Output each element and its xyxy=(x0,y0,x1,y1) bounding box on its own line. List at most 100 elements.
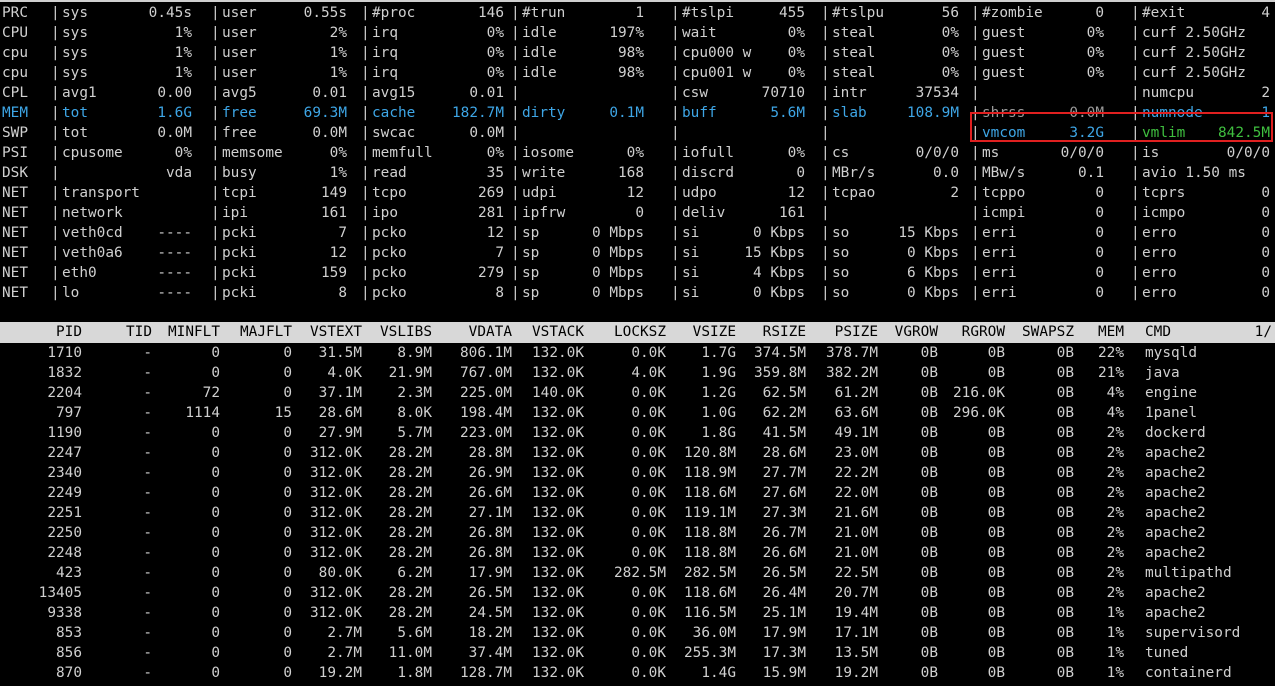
column-separator xyxy=(511,143,520,163)
stat-key: pcko xyxy=(372,245,407,261)
process-cell: 132.0K xyxy=(532,405,584,421)
process-row[interactable]: 423 - 0 0 80.0K 6.2M 17.9M 132.0K 282.5M 282.5M 26… xyxy=(0,563,1275,583)
stat-cell: tcpao 2 xyxy=(832,183,959,203)
stat-cell: iosome 0% xyxy=(522,143,644,163)
process-row[interactable]: 13405 - 0 0 312.0K 28.2M 26.5M 132.0K 0.0K 118.6M… xyxy=(0,583,1275,603)
column-separator xyxy=(971,243,980,263)
process-cell: 28.6M xyxy=(318,405,362,421)
stat-row: CPL avg1 0.00 avg5 0.01 avg15 0.01 csw 70710 intr… xyxy=(0,83,1275,103)
stat-cell: so 15 Kbps xyxy=(832,223,959,243)
stat-cell: free 0.0M xyxy=(222,123,347,143)
process-row[interactable]: 2340 - 0 0 312.0K 28.2M 26.9M 132.0K 0.0K 118.9M 2… xyxy=(0,463,1275,483)
process-cell: 28.2M xyxy=(388,445,432,461)
stat-row-label: NET xyxy=(2,225,28,241)
process-cell: 378.7M xyxy=(826,345,878,361)
stat-cell: si 15 Kbps xyxy=(682,243,805,263)
stat-cell: erri 0 xyxy=(982,283,1104,303)
stat-cell: memfull 0% xyxy=(372,143,504,163)
process-row[interactable]: 2204 - 72 0 37.1M 2.3M 225.0M 140.0K 0.0K 1.2G 62.… xyxy=(0,383,1275,403)
stat-value: 0 Kbps xyxy=(753,285,805,301)
process-cell: 37.4M xyxy=(468,645,512,661)
stat-key: guest xyxy=(982,45,1026,61)
stat-value: 6 Kbps xyxy=(907,265,959,281)
process-row[interactable]: 853 - 0 0 2.7M 5.6M 18.2M 132.0K 0.0K 36.0M 17.9M 1… xyxy=(0,623,1275,643)
stat-cell: ipfrw 0 xyxy=(522,203,644,223)
column-separator xyxy=(971,23,980,43)
process-row[interactable]: 2248 - 0 0 312.0K 28.2M 26.8M 132.0K 0.0K 118.8M 2… xyxy=(0,543,1275,563)
stat-value: 56 xyxy=(941,5,959,21)
process-cell: 37.1M xyxy=(318,385,362,401)
process-cell: 27.3M xyxy=(762,505,806,521)
stat-row-label: MEM xyxy=(2,105,28,121)
process-cell: 0.0K xyxy=(631,465,666,481)
stat-value: 0 xyxy=(1261,245,1270,261)
column-separator xyxy=(211,123,220,143)
process-command: dockerd xyxy=(1145,425,1206,441)
stat-cell: so 6 Kbps xyxy=(832,263,959,283)
column-separator xyxy=(971,203,980,223)
process-cell: 1.2G xyxy=(701,385,736,401)
stat-key: deliv xyxy=(682,205,726,221)
column-separator xyxy=(671,103,680,123)
process-cell: 23.0M xyxy=(834,445,878,461)
stat-cell: so 0 Kbps xyxy=(832,283,959,303)
process-cell: 0B xyxy=(1056,625,1074,641)
column-separator xyxy=(51,83,60,103)
process-cell: 4% xyxy=(1106,385,1124,401)
process-cell: 0 xyxy=(283,445,292,461)
process-cell: 2251 xyxy=(47,505,82,521)
stat-key: eth0 xyxy=(62,265,97,281)
stat-key: steal xyxy=(832,65,876,81)
process-cell: 17.9M xyxy=(762,625,806,641)
process-cell: 255.3M xyxy=(684,645,736,661)
stat-value: 0 xyxy=(1261,205,1270,221)
column-header: MINFLT xyxy=(168,324,220,340)
process-row[interactable]: 870 - 0 0 19.2M 1.8M 128.7M 132.0K 0.0K 1.4G 15.9M… xyxy=(0,663,1275,683)
process-cell: 1190 xyxy=(47,425,82,441)
process-row[interactable]: 1710 - 0 0 31.5M 8.9M 806.1M 132.0K 0.0K 1.7G 374.… xyxy=(0,343,1275,363)
process-cell: 282.5M xyxy=(614,565,666,581)
stat-value: 98% xyxy=(618,45,644,61)
process-row[interactable]: 2247 - 0 0 312.0K 28.2M 28.8M 132.0K 0.0K 120.8M 2… xyxy=(0,443,1275,463)
process-cell: 28.2M xyxy=(388,465,432,481)
process-cell: 1% xyxy=(1106,645,1124,661)
process-cell: 28.2M xyxy=(388,525,432,541)
stat-cell: erri 0 xyxy=(982,263,1104,283)
process-command: java xyxy=(1145,365,1180,381)
process-cell: 18.2M xyxy=(468,625,512,641)
process-row[interactable]: 1832 - 0 0 4.0K 21.9M 767.0M 132.0K 4.0K 1.9G 359.… xyxy=(0,363,1275,383)
stat-value: 12 xyxy=(626,185,644,201)
process-row[interactable]: 2251 - 0 0 312.0K 28.2M 27.1M 132.0K 0.0K 119.1M 2… xyxy=(0,503,1275,523)
stat-value: 1% xyxy=(329,65,347,81)
process-command: supervisord xyxy=(1145,625,1241,641)
column-separator xyxy=(671,63,680,83)
stat-cell: pcko 8 xyxy=(372,283,504,303)
process-cell: 132.0K xyxy=(532,445,584,461)
stat-cell: tot 1.6G xyxy=(62,103,192,123)
stat-key: ms xyxy=(982,145,1000,161)
process-row[interactable]: 2249 - 0 0 312.0K 28.2M 26.6M 132.0K 0.0K 118.6M 2… xyxy=(0,483,1275,503)
stat-key: intr xyxy=(832,85,867,101)
process-cell: 2% xyxy=(1106,545,1124,561)
stat-key: numcpu xyxy=(1142,85,1194,101)
stat-cell: pcki 8 xyxy=(222,283,347,303)
process-row[interactable]: 1190 - 0 0 27.9M 5.7M 223.0M 132.0K 0.0K 1.8G 41.5… xyxy=(0,423,1275,443)
stat-key: user xyxy=(222,5,257,21)
stat-key: sp xyxy=(522,225,540,241)
process-cell: 0B xyxy=(920,505,938,521)
process-cell: 0B xyxy=(1056,585,1074,601)
process-row[interactable]: 797 - 1114 15 28.6M 8.0K 198.4M 132.0K 0.0K 1.0G 6… xyxy=(0,403,1275,423)
process-cell: 132.0K xyxy=(532,665,584,681)
column-separator xyxy=(1131,243,1140,263)
process-row[interactable]: 856 - 0 0 2.7M 11.0M 37.4M 132.0K 0.0K 255.3M 17.3… xyxy=(0,643,1275,663)
stat-value: 4 xyxy=(1261,5,1270,21)
stat-key: erri xyxy=(982,245,1017,261)
process-cell: 2204 xyxy=(47,385,82,401)
process-row[interactable]: 9338 - 0 0 312.0K 28.2M 24.5M 132.0K 0.0K 116.5M 2… xyxy=(0,603,1275,623)
process-row[interactable]: 2250 - 0 0 312.0K 28.2M 26.8M 132.0K 0.0K 118.8M 2… xyxy=(0,523,1275,543)
stat-value: 455 xyxy=(779,5,805,21)
column-separator xyxy=(671,243,680,263)
stat-value: 0% xyxy=(1086,65,1104,81)
stat-key: si xyxy=(682,245,700,261)
stat-key: irq xyxy=(372,65,398,81)
